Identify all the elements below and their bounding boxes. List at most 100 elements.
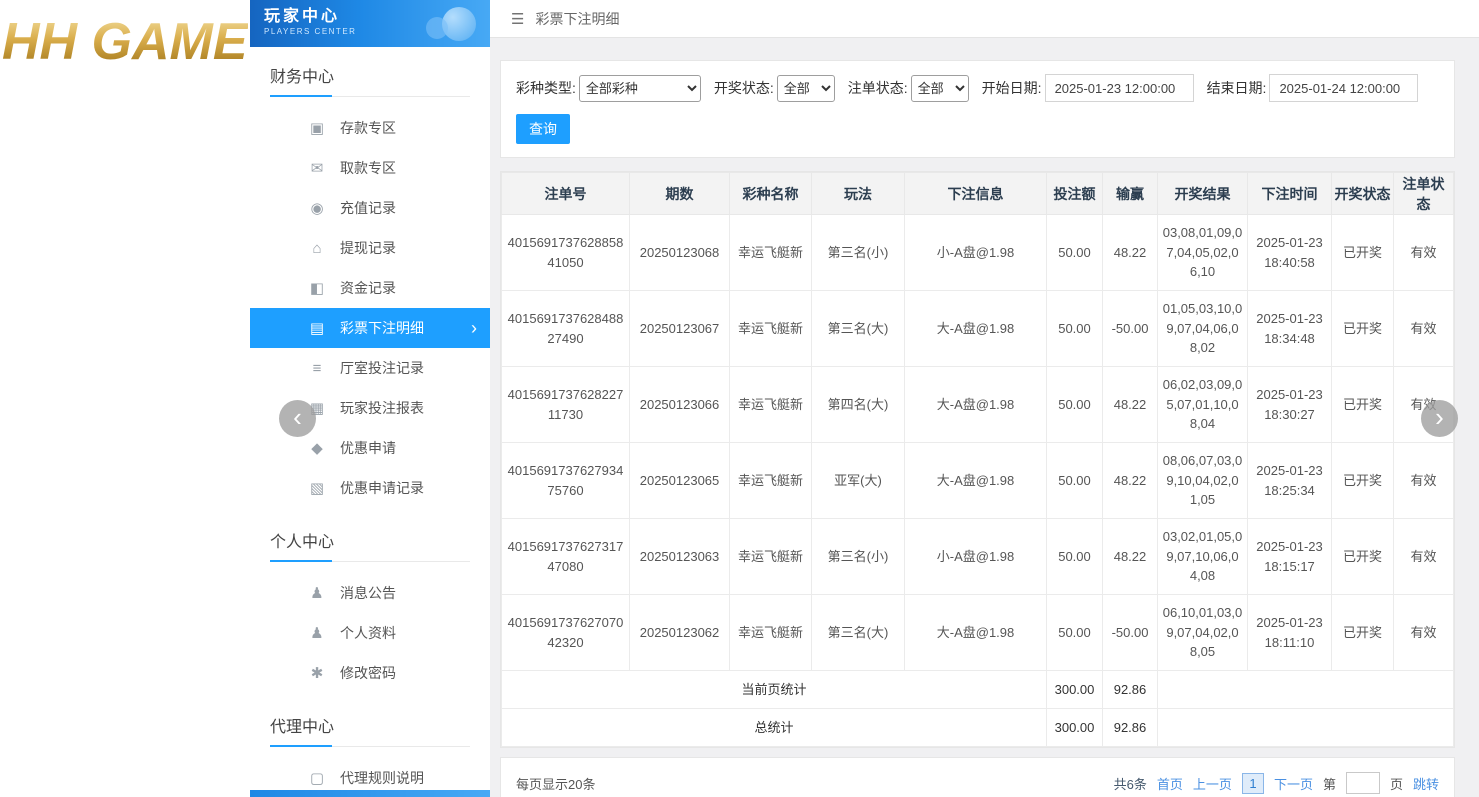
cell-win-loss: 48.22 [1103,519,1158,595]
end-date-input[interactable] [1269,74,1418,102]
cell-win-loss: -50.00 [1103,595,1158,671]
sidebar-item-recharge-records[interactable]: ◉ 充值记录 [250,188,490,228]
table-row: 401569173762848827490 20250123067 幸运飞艇新 … [502,291,1454,367]
sidebar-item-deposit[interactable]: ▣ 存款专区 [250,108,490,148]
cell-win-loss: 48.22 [1103,443,1158,519]
hamburger-menu-icon[interactable]: ☰ [511,10,524,28]
sidebar-item-change-password[interactable]: ✱ 修改密码 [250,653,490,693]
withdraw-icon: ✉ [308,159,326,177]
topbar: ☰ 彩票下注明细 [490,0,1479,38]
draw-status-group: 开奖状态: 全部 [714,75,835,102]
cell-draw-result: 03,02,01,05,09,07,10,06,04,08 [1158,519,1248,595]
sidebar-header: 玩家中心 PLAYERS CENTER [250,0,490,47]
lottery-type-select[interactable]: 全部彩种 [579,75,701,102]
sidebar: 玩家中心 PLAYERS CENTER 财务中心 ▣ 存款专区 ✉ 取款专区 ◉… [250,0,490,797]
table-row: 401569173762885841050 20250123068 幸运飞艇新 … [502,215,1454,291]
cell-lottery-name: 幸运飞艇新 [730,367,812,443]
recharge-icon: ◉ [308,199,326,217]
jump-suffix-text: 页 [1390,774,1403,793]
end-date-group: 结束日期: [1207,74,1419,102]
site-logo: HH GAME [2,12,248,72]
cell-draw-status: 已开奖 [1332,215,1394,291]
end-date-label: 结束日期: [1207,78,1267,98]
agent-rules-icon: ▢ [308,769,326,787]
order-status-select[interactable]: 全部 [911,75,969,102]
search-button[interactable]: 查询 [516,114,570,144]
table-row: 401569173762731747080 20250123063 幸运飞艇新 … [502,519,1454,595]
cell-order-status: 有效 [1394,291,1454,367]
cell-draw-result: 08,06,07,03,09,10,04,02,01,05 [1158,443,1248,519]
total-summary-win-loss: 92.86 [1103,709,1158,747]
col-bet-amount: 投注额 [1047,173,1103,215]
cell-win-loss: 48.22 [1103,215,1158,291]
start-date-label: 开始日期: [982,78,1042,98]
promo-record-icon: ▧ [308,479,326,497]
sidebar-item-label: 资金记录 [340,278,396,298]
page-summary-label: 当前页统计 [502,671,1047,709]
cell-order-no: 401569173762822711730 [502,367,630,443]
start-date-input[interactable] [1045,74,1194,102]
jump-button[interactable]: 跳转 [1413,774,1439,793]
cell-lottery-name: 幸运飞艇新 [730,215,812,291]
cell-bet-time: 2025-01-23 18:15:17 [1248,519,1332,595]
page-summary-empty [1158,671,1454,709]
cell-bet-info: 大-A盘@1.98 [905,291,1047,367]
draw-status-select[interactable]: 全部 [777,75,835,102]
table-header-row: 注单号 期数 彩种名称 玩法 下注信息 投注额 输赢 开奖结果 下注时间 开奖状… [502,173,1454,215]
sidebar-item-fund-records[interactable]: ◧ 资金记录 [250,268,490,308]
cell-issue: 20250123067 [630,291,730,367]
cell-bet-info: 大-A盘@1.98 [905,443,1047,519]
sidebar-item-withdraw[interactable]: ✉ 取款专区 [250,148,490,188]
cell-bet-info: 小-A盘@1.98 [905,215,1047,291]
cell-win-loss: -50.00 [1103,291,1158,367]
sidebar-item-promo-apply[interactable]: ◆ 优惠申请 [250,428,490,468]
cell-play: 第三名(小) [812,215,905,291]
sidebar-item-profile[interactable]: ♟ 个人资料 [250,613,490,653]
sidebar-item-label: 存款专区 [340,118,396,138]
lottery-type-group: 彩种类型: 全部彩种 [516,75,701,102]
sidebar-item-hall-bet-records[interactable]: ≡ 厅室投注记录 [250,348,490,388]
page-summary-bet-total: 300.00 [1047,671,1103,709]
page-summary-row: 当前页统计 300.00 92.86 [502,671,1454,709]
cell-lottery-name: 幸运飞艇新 [730,519,812,595]
sidebar-item-label: 玩家投注报表 [340,398,424,418]
page-summary-win-loss: 92.86 [1103,671,1158,709]
app-root: HH GAME 玩家中心 PLAYERS CENTER 财务中心 ▣ 存款专区 … [0,0,1479,797]
section-title-agent: 代理中心 [270,713,470,747]
cell-win-loss: 48.22 [1103,367,1158,443]
cell-draw-status: 已开奖 [1332,291,1394,367]
main-content: ☰ 彩票下注明细 彩种类型: 全部彩种 开奖状态: 全部 [490,0,1479,797]
gamepad-art-icon [418,2,484,46]
table-row: 401569173762793475760 20250123065 幸运飞艇新 … [502,443,1454,519]
page-title: 彩票下注明细 [535,9,619,29]
sidebar-item-messages[interactable]: ♟ 消息公告 [250,573,490,613]
sidebar-item-label: 取款专区 [340,158,396,178]
sidebar-item-lottery-bet-detail[interactable]: ▤ 彩票下注明细 › [250,308,490,348]
cell-play: 第三名(大) [812,595,905,671]
prev-page-link[interactable]: 上一页 [1193,774,1232,793]
cell-issue: 20250123068 [630,215,730,291]
jump-page-input[interactable] [1346,772,1380,794]
cell-order-status: 有效 [1394,519,1454,595]
filter-row: 彩种类型: 全部彩种 开奖状态: 全部 注单状态: 全部 [516,74,1439,102]
carousel-right-arrow[interactable]: › [1421,400,1458,437]
sidebar-item-cashout-records[interactable]: ⌂ 提现记录 [250,228,490,268]
cell-draw-status: 已开奖 [1332,595,1394,671]
sidebar-item-label: 提现记录 [340,238,396,258]
personal-menu: ♟ 消息公告 ♟ 个人资料 ✱ 修改密码 [250,562,490,697]
cell-order-status: 有效 [1394,595,1454,671]
sidebar-item-promo-apply-records[interactable]: ▧ 优惠申请记录 [250,468,490,508]
cell-issue: 20250123066 [630,367,730,443]
first-page-link[interactable]: 首页 [1157,774,1183,793]
cell-order-no: 401569173762885841050 [502,215,630,291]
cell-bet-amount: 50.00 [1047,215,1103,291]
cell-order-no: 401569173762731747080 [502,519,630,595]
carousel-left-arrow[interactable]: ‹ [279,400,316,437]
cell-issue: 20250123063 [630,519,730,595]
current-page-badge[interactable]: 1 [1242,773,1264,794]
chevron-right-icon: › [471,319,477,337]
cell-play: 第三名(大) [812,291,905,367]
next-page-link[interactable]: 下一页 [1274,774,1313,793]
total-summary-row: 总统计 300.00 92.86 [502,709,1454,747]
table-row: 401569173762822711730 20250123066 幸运飞艇新 … [502,367,1454,443]
